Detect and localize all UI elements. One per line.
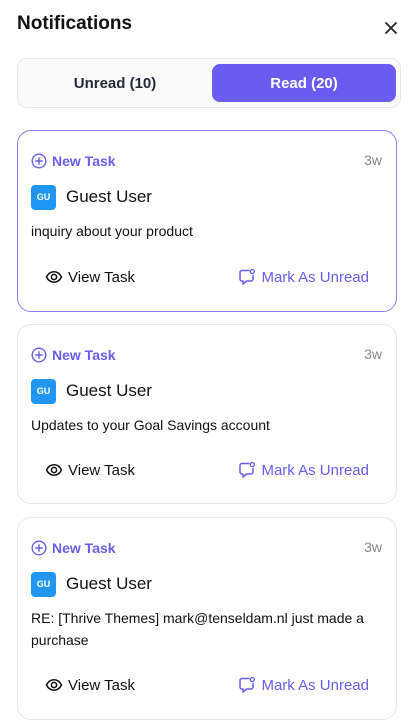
- mark-as-unread-label: Mark As Unread: [261, 268, 369, 286]
- notification-type: New Task: [31, 151, 116, 171]
- mark-as-unread-label: Mark As Unread: [261, 676, 369, 694]
- plus-circle-icon: [31, 153, 47, 169]
- notification-type: New Task: [31, 345, 116, 365]
- view-task-button[interactable]: View Task: [45, 268, 135, 286]
- chat-bubble-icon: [238, 268, 256, 286]
- view-task-button[interactable]: View Task: [45, 461, 135, 479]
- view-task-label: View Task: [68, 461, 135, 479]
- notification-age: 3w: [364, 346, 382, 362]
- panel-title: Notifications: [17, 13, 133, 34]
- eye-icon: [45, 461, 63, 479]
- tab-unread[interactable]: Unread (10): [23, 64, 207, 102]
- close-icon[interactable]: [383, 20, 399, 36]
- eye-icon: [45, 268, 63, 286]
- chat-bubble-icon: [238, 676, 256, 694]
- avatar: GU: [31, 184, 56, 210]
- user-name: Guest User: [66, 187, 152, 206]
- notification-actions: View Task Mark As Unread: [45, 268, 369, 290]
- user-name: Guest User: [66, 381, 152, 400]
- notification-type-label: New Task: [52, 540, 116, 556]
- tab-read[interactable]: Read (20): [212, 64, 396, 102]
- notifications-panel: Notifications Unread (10) Read (20) New …: [0, 0, 411, 727]
- notification-message: Updates to your Goal Savings account: [31, 417, 270, 433]
- avatar: GU: [31, 378, 56, 404]
- mark-as-unread-button[interactable]: Mark As Unread: [238, 268, 369, 286]
- notification-age: 3w: [364, 539, 382, 555]
- mark-as-unread-button[interactable]: Mark As Unread: [238, 676, 369, 694]
- plus-circle-icon: [31, 540, 47, 556]
- mark-as-unread-button[interactable]: Mark As Unread: [238, 461, 369, 479]
- notification-user: GU Guest User: [31, 184, 152, 210]
- view-task-label: View Task: [68, 268, 135, 286]
- view-task-label: View Task: [68, 676, 135, 694]
- notification-message: RE: [Thrive Themes] mark@tenseldam.nl ju…: [31, 610, 364, 648]
- notification-user: GU Guest User: [31, 378, 152, 404]
- read-filter-toggle: Unread (10) Read (20): [17, 58, 401, 108]
- notification-message: inquiry about your product: [31, 223, 193, 239]
- avatar: GU: [31, 571, 56, 597]
- mark-as-unread-label: Mark As Unread: [261, 461, 369, 479]
- notification-type: New Task: [31, 538, 116, 558]
- plus-circle-icon: [31, 347, 47, 363]
- notification-type-label: New Task: [52, 153, 116, 169]
- notification-card[interactable]: New Task 3w GU Guest User Updates to you…: [17, 324, 397, 504]
- notification-user: GU Guest User: [31, 571, 152, 597]
- eye-icon: [45, 676, 63, 694]
- view-task-button[interactable]: View Task: [45, 676, 135, 694]
- notification-age: 3w: [364, 152, 382, 168]
- notification-type-label: New Task: [52, 347, 116, 363]
- user-name: Guest User: [66, 574, 152, 593]
- notification-card[interactable]: New Task 3w GU Guest User inquiry about …: [17, 130, 397, 312]
- panel-header: Notifications: [17, 12, 401, 40]
- chat-bubble-icon: [238, 461, 256, 479]
- notification-card[interactable]: New Task 3w GU Guest User RE: [Thrive Th…: [17, 517, 397, 720]
- notification-actions: View Task Mark As Unread: [45, 676, 369, 698]
- notification-actions: View Task Mark As Unread: [45, 461, 369, 483]
